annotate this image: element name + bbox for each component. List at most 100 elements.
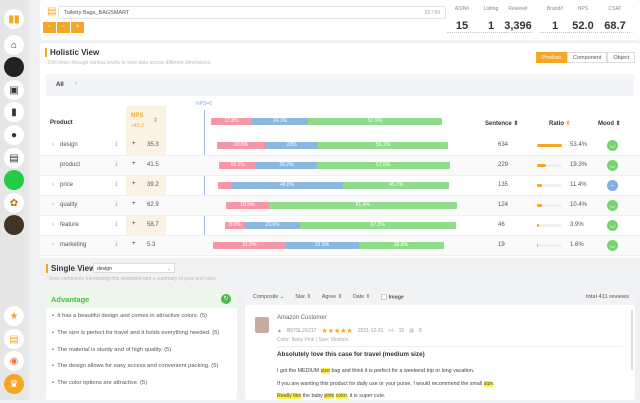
bar-segment: 20.8% bbox=[217, 142, 266, 149]
advantage-item: • The design allows for easy access and … bbox=[52, 363, 219, 370]
ratio-bar bbox=[537, 224, 562, 227]
copy-button[interactable]: ▫ bbox=[57, 22, 70, 33]
refresh-icon[interactable]: ↻ bbox=[221, 294, 231, 304]
document-icon[interactable]: ▤ bbox=[4, 329, 24, 349]
plus-icon: + bbox=[132, 161, 136, 167]
filter-star[interactable]: Star ⇕ bbox=[295, 294, 311, 300]
product-thumbnail[interactable]: ▣ bbox=[4, 80, 24, 100]
table-row[interactable]: › feature ⤓ + 58.7 8.6% 23.9% 67.3% 46 3.9… bbox=[40, 216, 640, 236]
bar-segment bbox=[218, 182, 231, 189]
total-bar-segment: 17.8% bbox=[211, 118, 253, 125]
sidebar: ▮▮ ⌂ ▣ ▮ ● ▤ ✿ ★ ▤ ◉ ♛ bbox=[0, 0, 29, 400]
chevron-right-icon[interactable]: › bbox=[52, 222, 54, 228]
tab-product[interactable]: Product bbox=[536, 52, 567, 63]
bar-segment: 23.9% bbox=[244, 222, 301, 229]
bar-segment: 45.7% bbox=[343, 182, 449, 189]
star-icon[interactable]: ★ bbox=[4, 306, 24, 326]
sentiment-bar: 8.6% 23.9% 67.3% bbox=[225, 222, 456, 229]
total-bar-segment: 57.9% bbox=[308, 118, 442, 125]
tab-component[interactable]: Component bbox=[566, 52, 608, 63]
bar-segment: 23% bbox=[265, 142, 319, 149]
sort-icon[interactable]: ⇕ bbox=[153, 117, 158, 124]
product-thumbnail[interactable] bbox=[4, 170, 24, 190]
download-icon[interactable]: ⤓ bbox=[115, 141, 118, 148]
sentence-sort[interactable]: Sentence ⇕ bbox=[485, 120, 518, 127]
chevron-right-icon[interactable]: › bbox=[52, 242, 54, 248]
filter-date[interactable]: Date ⇕ bbox=[353, 294, 370, 300]
download-icon[interactable]: ⤓ bbox=[115, 221, 118, 228]
mood-happy-icon: ◡ bbox=[607, 160, 618, 171]
section-title: Holistic View bbox=[45, 48, 99, 57]
scrollbar[interactable] bbox=[631, 310, 633, 370]
comment-icon: ▤ bbox=[409, 328, 414, 334]
product-thumbnail[interactable]: ✿ bbox=[4, 193, 24, 213]
bar-segment: 56.1% bbox=[318, 142, 448, 149]
crown-icon[interactable]: ♛ bbox=[4, 374, 24, 394]
bar-segment: 26.2% bbox=[256, 162, 317, 169]
header-card: ▤ Toiletry Bags_BAGSMART 22 / 50 ▫ ▫ × ASI… bbox=[40, 0, 640, 40]
table-row[interactable]: › quality ⤓ + 62.9 18.5% 81.4% 124 10.4% … bbox=[40, 196, 640, 216]
product-thumbnail[interactable]: ⌂ bbox=[4, 35, 24, 55]
product-image bbox=[255, 317, 269, 333]
app-logo: ▮▮ bbox=[4, 9, 24, 29]
product-thumbnail[interactable]: ● bbox=[4, 125, 24, 145]
table-row[interactable]: › price ⤓ + 39.2 48.8% 45.7% 135 11.4% – bbox=[40, 176, 640, 196]
breadcrumb: All › bbox=[46, 74, 634, 96]
bar-segment: 81.4% bbox=[268, 202, 457, 209]
product-thumbnail[interactable] bbox=[4, 215, 24, 235]
close-button[interactable]: × bbox=[71, 22, 84, 33]
mood-happy-icon: ◡ bbox=[607, 140, 618, 151]
chevron-down-icon: ⌄ bbox=[166, 266, 171, 272]
viewpoint-select[interactable]: design ⌄ bbox=[93, 263, 175, 273]
bar-segment: 31.5% bbox=[285, 242, 359, 249]
filter-composite[interactable]: Composite ⌄ bbox=[253, 294, 284, 300]
chevron-right-icon[interactable]: › bbox=[52, 142, 54, 148]
breadcrumb-all[interactable]: All bbox=[56, 82, 64, 88]
ratio-bar bbox=[537, 144, 562, 147]
download-icon[interactable]: ⤓ bbox=[115, 201, 118, 208]
sentiment-bar: 18.5% 81.4% bbox=[226, 202, 457, 209]
table-row[interactable]: › design ⤓ + 35.3 20.8% 23% 56.1% 634 53.4… bbox=[40, 136, 640, 156]
reviews-panel: Composite ⌄ Star ⇕ Agree ⇕ Date ⇕ Image tot… bbox=[245, 290, 635, 400]
mood-sort[interactable]: Mood ⇕ bbox=[598, 120, 621, 127]
stat-csat: CSAT 68.7 bbox=[600, 6, 630, 33]
section-title: Single View bbox=[46, 264, 95, 273]
nps-sort[interactable]: NPS bbox=[131, 113, 143, 119]
product-thumbnail[interactable]: ▤ bbox=[4, 148, 24, 168]
save-button[interactable]: ▫ bbox=[43, 22, 56, 33]
plus-icon: + bbox=[132, 141, 136, 147]
bar-segment: 16.1% bbox=[219, 162, 257, 169]
download-icon[interactable]: ⤓ bbox=[115, 241, 118, 248]
bar-segment: 18.5% bbox=[226, 202, 269, 209]
view-tabs: Product Component Object bbox=[536, 52, 636, 63]
chevron-right-icon[interactable]: › bbox=[52, 202, 54, 208]
download-icon[interactable]: ⤓ bbox=[115, 161, 118, 168]
document-icon: ▤ bbox=[47, 6, 57, 17]
product-thumbnail[interactable]: ▮ bbox=[4, 102, 24, 122]
star-rating: ★★★★★ bbox=[321, 328, 353, 335]
bar-segment: 31.5% bbox=[213, 242, 286, 249]
ratio-sort[interactable]: Ratio ⇕ bbox=[549, 120, 571, 127]
stat-listing: Listing 1 bbox=[476, 6, 506, 33]
mood-happy-icon: ◡ bbox=[607, 240, 618, 251]
tab-object[interactable]: Object bbox=[607, 52, 636, 63]
chrome-icon[interactable]: ◉ bbox=[4, 351, 24, 371]
table-row[interactable]: › marketing ⤓ + 5.3 31.5% 31.5% 36.8% 19 1… bbox=[40, 236, 640, 256]
ratio-bar bbox=[537, 164, 562, 167]
chevron-right-icon[interactable]: › bbox=[52, 182, 54, 188]
product-thumbnail[interactable] bbox=[4, 57, 24, 77]
stat-brand: Brand# 1 bbox=[540, 6, 570, 33]
filter-agree[interactable]: Agree ⇕ bbox=[322, 294, 342, 300]
thumbs-up-icon: 👍︎ bbox=[388, 328, 394, 334]
bar-segment: 57.6% bbox=[316, 162, 450, 169]
sentiment-bar: 31.5% 31.5% 36.8% bbox=[213, 242, 444, 249]
table-row[interactable]: product ⤓ + 41.5 16.1% 26.2% 57.6% 229 19.… bbox=[40, 156, 640, 176]
bar-segment: 8.6% bbox=[225, 222, 245, 229]
image-checkbox[interactable]: Image bbox=[381, 294, 404, 300]
download-icon[interactable]: ⤓ bbox=[115, 181, 118, 188]
title-input[interactable]: Toiletry Bags_BAGSMART 22 / 50 bbox=[58, 6, 446, 19]
total-bar: 17.8% 24.3% 57.9% bbox=[211, 118, 442, 125]
mood-neutral-icon: – bbox=[607, 180, 618, 191]
advantage-panel: Advantage ↻ • It has a beautiful design … bbox=[46, 290, 237, 400]
asin-link[interactable]: B07SL2X217 bbox=[287, 328, 316, 334]
